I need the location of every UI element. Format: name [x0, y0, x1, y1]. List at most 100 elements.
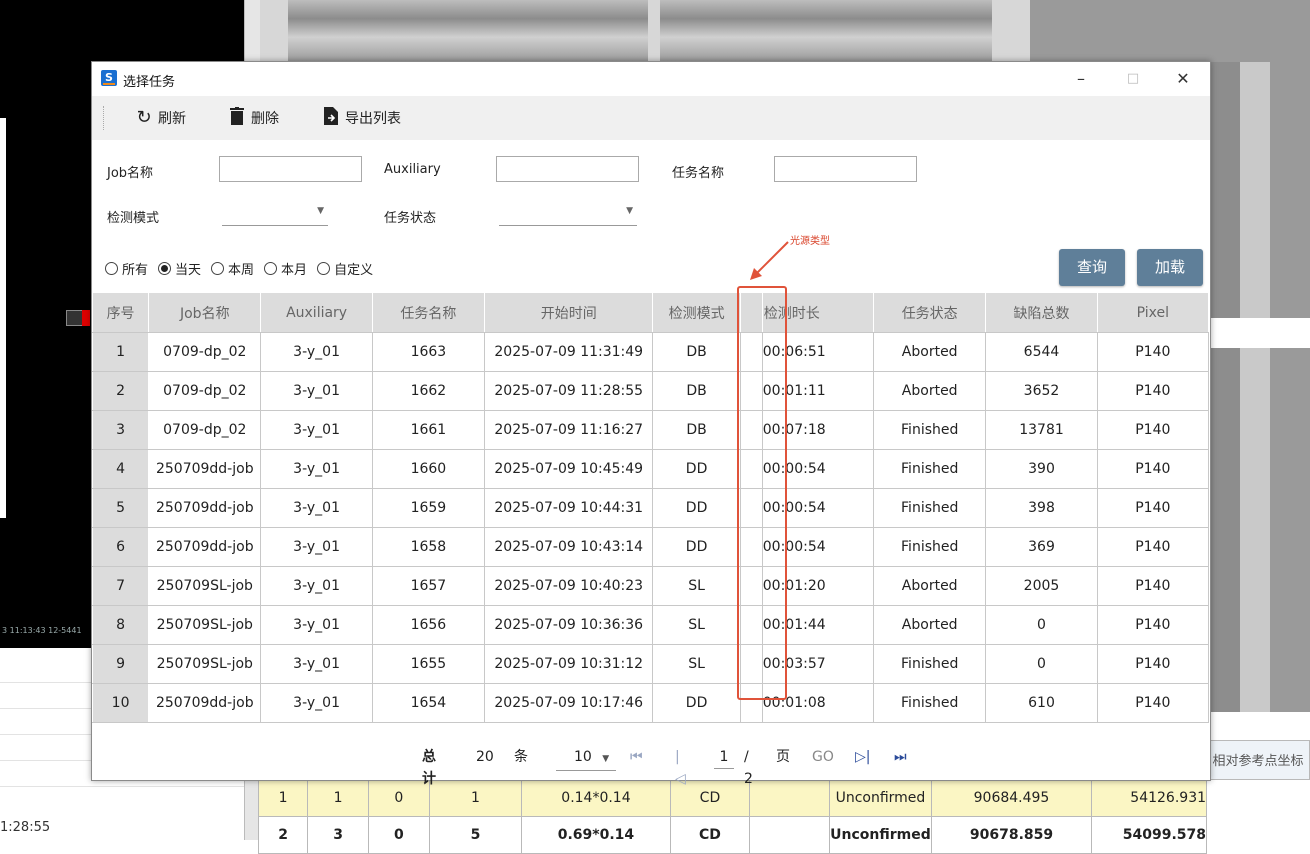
export-list-button[interactable]: 导出列表: [321, 106, 401, 130]
background-thumbnail: [660, 0, 992, 62]
table-cell: 1654: [371, 683, 486, 723]
table-cell: 3-y_01: [260, 644, 373, 684]
refresh-label: 刷新: [158, 111, 186, 127]
radio-checked-icon: [158, 262, 172, 275]
export-icon: [321, 106, 341, 130]
table-cell: 1659: [371, 488, 486, 528]
first-page-icon[interactable]: ⏮: [630, 746, 643, 768]
range-today-label: 当天: [175, 263, 202, 278]
task-table: 序号 Job名称 Auxiliary 任务名称 开始时间 检测模式 检测时长 任…: [91, 292, 1210, 723]
load-button[interactable]: 加载: [1137, 249, 1203, 286]
table-row[interactable]: 8 250709SL-job 3-y_01 1656 2025-07-09 10:36:…: [91, 605, 1210, 645]
table-cell: SL: [652, 644, 741, 684]
table-cell: Finished: [873, 527, 987, 567]
prev-page-icon[interactable]: |◁: [675, 746, 686, 790]
next-page-icon[interactable]: ▷|: [855, 746, 870, 768]
task-name-label: 任务名称: [672, 166, 725, 181]
range-custom-label: 自定义: [334, 263, 374, 278]
detect-mode-select[interactable]: ▼: [222, 204, 328, 226]
column-header[interactable]: 缺陷总数: [985, 292, 1098, 333]
table-cell: 3-y_01: [260, 566, 373, 606]
table-cell: SL: [652, 566, 741, 606]
table-cell: P140: [1096, 371, 1210, 411]
row-index: 7: [91, 566, 150, 606]
table-cell: Aborted: [873, 332, 987, 372]
minimize-button[interactable]: –: [1058, 62, 1104, 96]
column-header[interactable]: 序号: [91, 292, 150, 333]
column-header[interactable]: Pixel: [1096, 292, 1210, 333]
table-row[interactable]: 10 250709dd-job 3-y_01 1654 2025-07-09 10:17…: [91, 683, 1210, 723]
total-pages: / 2: [744, 749, 753, 787]
table-row[interactable]: 7 250709SL-job 3-y_01 1657 2025-07-09 10:40:…: [91, 566, 1210, 606]
background-image-right: [1210, 62, 1310, 712]
delete-button[interactable]: 删除: [227, 106, 279, 129]
table-cell: 2025-07-09 10:43:14: [484, 527, 654, 567]
table-cell: 2025-07-09 10:40:23: [484, 566, 654, 606]
table-cell: 250709SL-job: [148, 605, 262, 645]
total-unit: 条: [514, 749, 528, 765]
total-label: 总计: [422, 749, 436, 787]
table-cell: 0709-dp_02: [148, 371, 262, 411]
table-cell: 3-y_01: [260, 683, 373, 723]
annotation-highlight-box: [737, 286, 787, 700]
dialog-titlebar[interactable]: S 选择任务 – □ ✕: [92, 62, 1210, 96]
column-header[interactable]: Job名称: [148, 292, 262, 333]
background-thumbnail: [1030, 0, 1310, 62]
radio-icon: [264, 262, 278, 275]
maximize-button[interactable]: □: [1110, 62, 1156, 96]
range-month-radio[interactable]: 本月: [264, 259, 307, 278]
column-header[interactable]: 检测模式: [652, 292, 741, 333]
table-cell: 3-y_01: [260, 371, 373, 411]
page-size-select[interactable]: 10 ▼: [556, 746, 616, 771]
range-all-radio[interactable]: 所有: [105, 259, 148, 278]
table-row[interactable]: 6 250709dd-job 3-y_01 1658 2025-07-09 10:43:…: [91, 527, 1210, 567]
table-cell: P140: [1096, 449, 1210, 489]
table-cell: DB: [652, 410, 741, 450]
table-row[interactable]: 5 250709dd-job 3-y_01 1659 2025-07-09 10:44:…: [91, 488, 1210, 528]
close-button[interactable]: ✕: [1160, 62, 1206, 96]
table-cell: 1658: [371, 527, 486, 567]
table-cell: 250709dd-job: [148, 449, 262, 489]
annotation-label: 光源类型: [790, 236, 830, 247]
export-label: 导出列表: [345, 111, 401, 127]
go-button[interactable]: GO: [812, 746, 834, 768]
auxiliary-label: Auxiliary: [384, 162, 441, 177]
table-cell: Finished: [873, 488, 987, 528]
refresh-button[interactable]: ↻ 刷新: [134, 107, 186, 129]
table-cell: DD: [652, 527, 741, 567]
background-table-row[interactable]: 2 3 0 5 0.69*0.14 CD Unconfirmed 90678.8…: [257, 815, 1310, 854]
range-week-radio[interactable]: 本周: [211, 259, 254, 278]
table-cell: 0: [985, 644, 1098, 684]
table-cell: 13781: [985, 410, 1098, 450]
last-page-icon[interactable]: ⏭: [894, 746, 907, 768]
column-header[interactable]: Auxiliary: [260, 292, 373, 333]
column-header[interactable]: 开始时间: [484, 292, 654, 333]
table-cell: 1660: [371, 449, 486, 489]
column-header[interactable]: 任务状态: [873, 292, 987, 333]
query-button[interactable]: 查询: [1059, 249, 1125, 286]
table-row[interactable]: 1 0709-dp_02 3-y_01 1663 2025-07-09 11:31:49…: [91, 332, 1210, 372]
auxiliary-input[interactable]: [496, 156, 639, 182]
table-cell: 250709dd-job: [148, 683, 262, 723]
table-cell: 6544: [985, 332, 1098, 372]
job-name-input[interactable]: [219, 156, 362, 182]
row-index: 2: [91, 371, 150, 411]
table-row[interactable]: 4 250709dd-job 3-y_01 1660 2025-07-09 10:45:…: [91, 449, 1210, 489]
task-name-input[interactable]: [774, 156, 917, 182]
table-cell: 3-y_01: [260, 527, 373, 567]
column-header[interactable]: 任务名称: [371, 292, 486, 333]
task-status-select[interactable]: ▼: [499, 204, 637, 226]
table-row[interactable]: 2 0709-dp_02 3-y_01 1662 2025-07-09 11:28:55…: [91, 371, 1210, 411]
page-size-value: 10: [574, 749, 592, 765]
table-cell: P140: [1096, 332, 1210, 372]
background-scroll-strip: [0, 118, 6, 518]
background-table-row[interactable]: 1 1 0 1 0.14*0.14 CD Unconfirmed 90684.4…: [257, 778, 1310, 817]
range-today-radio[interactable]: 当天: [158, 259, 201, 278]
row-index: 6: [91, 527, 150, 567]
range-custom-radio[interactable]: 自定义: [317, 259, 373, 278]
table-row[interactable]: 3 0709-dp_02 3-y_01 1661 2025-07-09 11:16:27…: [91, 410, 1210, 450]
table-row[interactable]: 9 250709SL-job 3-y_01 1655 2025-07-09 10:31:…: [91, 644, 1210, 684]
page-number-input[interactable]: 1: [714, 746, 734, 769]
table-cell: 1662: [371, 371, 486, 411]
table-cell: 2025-07-09 10:31:12: [484, 644, 654, 684]
